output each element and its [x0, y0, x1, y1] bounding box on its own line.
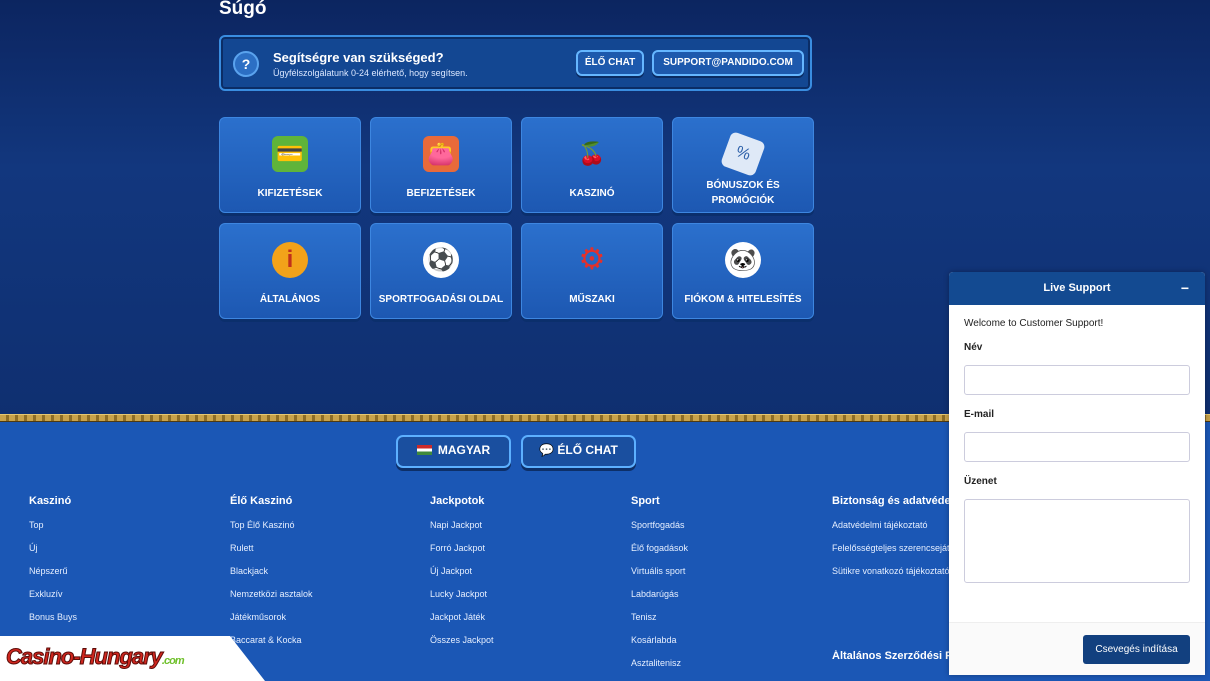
category-tile-withdrawals[interactable]: 💳 KIFIZETÉSEK [219, 117, 361, 213]
footer-chat-label: ÉLŐ CHAT [557, 443, 618, 457]
footer-link[interactable]: Bonus Buys [29, 612, 209, 622]
footer-link[interactable]: Adatvédelmi tájékoztató [832, 520, 950, 530]
footer-column-title: Jackpotok [430, 495, 485, 507]
category-tile-bonuses[interactable]: % BÓNUSZOK ÉS PROMÓCIÓK [672, 117, 814, 213]
minimize-icon[interactable]: − [1181, 272, 1189, 305]
footer-link[interactable]: Tenisz [631, 612, 811, 622]
name-input[interactable] [964, 365, 1190, 395]
chat-header: Live Support − [949, 272, 1205, 305]
help-title: Segítségre van szükséged? [273, 50, 444, 65]
footer-link[interactable]: Új Jackpot [430, 566, 610, 576]
footer-link[interactable]: Labdarúgás [631, 589, 811, 599]
language-label: MAGYAR [437, 443, 491, 457]
chat-welcome-text: Welcome to Customer Support! [964, 318, 1104, 329]
name-label: Név [964, 342, 983, 353]
email-label: E-mail [964, 409, 995, 420]
category-label: KIFIZETÉSEK [257, 188, 323, 199]
footer-column-title: Kaszinó [29, 495, 72, 507]
footer-link[interactable]: Exkluzív [29, 589, 209, 599]
email-input[interactable] [964, 432, 1190, 462]
footer-column-live-casino: Élő Kaszinó Top Élő Kaszinó Rulett Black… [230, 495, 410, 658]
footer-link[interactable]: Jackpot Játék [430, 612, 610, 622]
help-banner: ? Segítségre van szükséged? Ügyfélszolgá… [219, 35, 812, 91]
live-support-panel: Live Support − Welcome to Customer Suppo… [949, 272, 1205, 675]
deposit-icon: 👛 [423, 136, 459, 172]
page-title: Súgó [219, 0, 267, 19]
category-label: ÁLTALÁNOS [259, 294, 321, 305]
question-icon: ? [233, 51, 259, 77]
category-tile-sportsbook[interactable]: ⚽ SPORTFOGADÁSI OLDAL [370, 223, 512, 319]
footer-link[interactable]: Népszerű [29, 566, 209, 576]
language-button[interactable]: MAGYAR [396, 435, 511, 468]
hungary-flag-icon [416, 445, 432, 455]
footer-link[interactable]: Sportfogadás [631, 520, 811, 530]
footer-column-title: Biztonság és adatvédelem [832, 495, 950, 507]
category-label: SPORTFOGADÁSI OLDAL [378, 294, 504, 305]
footer-link[interactable]: Élő fogadások [631, 543, 811, 553]
category-tile-deposits[interactable]: 👛 BEFIZETÉSEK [370, 117, 512, 213]
chat-bubble-icon: 💬 [539, 443, 558, 457]
cherry-icon: 🍒 [578, 141, 606, 166]
footer-link[interactable]: Top [29, 520, 209, 530]
footer-link[interactable]: Asztalitenisz [631, 658, 811, 668]
support-email-button[interactable]: SUPPORT@PANDIDO.COM [652, 50, 804, 76]
footer-link[interactable]: Napi Jackpot [430, 520, 610, 530]
footer-live-chat-button[interactable]: 💬 ÉLŐ CHAT [521, 435, 636, 468]
chat-title: Live Support [1043, 282, 1111, 294]
category-label: BÓNUSZOK ÉS PROMÓCIÓK [706, 180, 780, 206]
casino-hungary-watermark: Casino-Hungary.com [0, 636, 265, 681]
category-label: MŰSZAKI [569, 294, 615, 305]
footer-column-security: Biztonság és adatvédelem Adatvédelmi táj… [832, 495, 950, 589]
footer-column-jackpots: Jackpotok Napi Jackpot Forró Jackpot Új … [430, 495, 610, 658]
football-icon: ⚽ [423, 242, 459, 278]
category-tile-general[interactable]: i ÁLTALÁNOS [219, 223, 361, 319]
terms-heading[interactable]: Általános Szerződési Feltételek [832, 650, 950, 662]
footer-link[interactable]: Baccarat & Kocka [230, 635, 410, 645]
message-textarea[interactable] [964, 499, 1190, 583]
chat-footer: Csevegés indítása [949, 622, 1205, 675]
footer-link[interactable]: Rulett [230, 543, 410, 553]
footer-column-title: Sport [631, 495, 660, 507]
category-label: BEFIZETÉSEK [406, 188, 476, 199]
panda-icon: 🐼 [725, 242, 761, 278]
footer-link[interactable]: Top Élő Kaszinó [230, 520, 410, 530]
help-subtitle: Ügyfélszolgálatunk 0-24 elérhető, hogy s… [273, 68, 468, 78]
footer-link[interactable]: Új [29, 543, 209, 553]
footer-link[interactable]: Felelősségteljes szerencsejáték [832, 543, 950, 553]
category-tile-technical[interactable]: ⚙ MŰSZAKI [521, 223, 663, 319]
footer-link[interactable]: Kosárlabda [631, 635, 811, 645]
footer-column-title: Élő Kaszinó [230, 495, 293, 507]
category-label: FIÓKOM & HITELESÍTÉS [684, 294, 802, 305]
footer-column-casino: Kaszinó Top Új Népszerű Exkluzív Bonus B… [29, 495, 209, 635]
info-icon: i [272, 242, 308, 278]
logo-text: Casino-Hungary.com [6, 644, 185, 670]
message-label: Üzenet [964, 476, 997, 487]
wallet-icon: 💳 [272, 136, 308, 172]
footer-link[interactable]: Játékműsorok [230, 612, 410, 622]
footer-link[interactable]: Nemzetközi asztalok [230, 589, 410, 599]
footer-link[interactable]: Lucky Jackpot [430, 589, 610, 599]
category-tile-account[interactable]: 🐼 FIÓKOM & HITELESÍTÉS [672, 223, 814, 319]
footer-link[interactable]: Összes Jackpot [430, 635, 610, 645]
footer-link[interactable]: Sütikre vonatkozó tájékoztató [832, 566, 950, 576]
footer-link[interactable]: Blackjack [230, 566, 410, 576]
category-label: KASZINÓ [569, 188, 615, 199]
start-chat-button[interactable]: Csevegés indítása [1083, 635, 1190, 664]
gear-icon: ⚙ [578, 243, 606, 276]
footer-link[interactable]: Virtuális sport [631, 566, 811, 576]
category-tile-casino[interactable]: 🍒 KASZINÓ [521, 117, 663, 213]
footer-link[interactable]: Forró Jackpot [430, 543, 610, 553]
coupon-icon: % [719, 130, 767, 178]
live-chat-button[interactable]: ÉLŐ CHAT [576, 50, 644, 76]
footer-column-sport: Sport Sportfogadás Élő fogadások Virtuál… [631, 495, 811, 681]
